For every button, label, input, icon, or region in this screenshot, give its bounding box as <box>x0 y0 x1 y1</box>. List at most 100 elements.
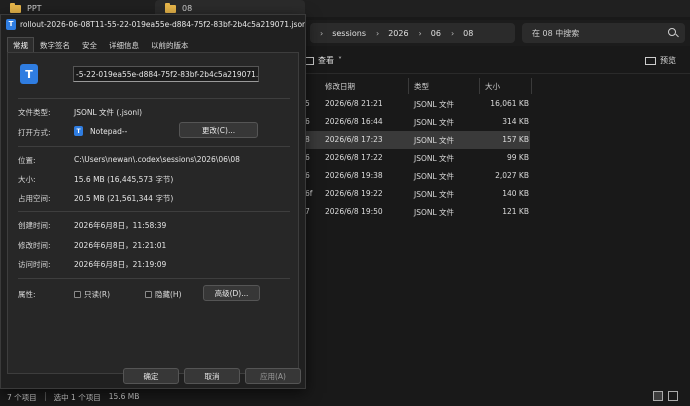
file-type: JSONL 文件 <box>414 208 455 217</box>
dialog-footer: 确定 取消 应用(A) <box>1 368 305 390</box>
file-size: 121 KB <box>502 207 529 216</box>
table-row[interactable]: 6 2026/6/8 17:22 JSONL 文件 99 KB <box>305 149 530 167</box>
modified-value: 2026年6月8日，21:21:01 <box>74 241 167 250</box>
filename-field[interactable] <box>73 66 259 82</box>
column-headers: 修改日期 类型 大小 <box>305 78 690 94</box>
preview-button[interactable]: 预览 <box>645 55 676 66</box>
file-date: 2026/6/8 17:22 <box>325 153 383 162</box>
modified-label: 修改时间: <box>18 241 51 250</box>
breadcrumb[interactable]: › sessions › 2026 › 06 › 08 <box>310 23 515 43</box>
tiles-view-icon[interactable] <box>668 391 678 401</box>
divider <box>18 211 290 212</box>
details-view-icon[interactable] <box>653 391 663 401</box>
table-row[interactable]: 6 2026/6/8 16:44 JSONL 文件 314 KB <box>305 113 530 131</box>
search-input[interactable]: 在 08 中搜索 <box>522 23 685 43</box>
created-label: 创建时间: <box>18 221 51 230</box>
location-value: C:\Users\newan\.codex\sessions\2026\06\0… <box>74 155 240 164</box>
file-type-value: JSONL 文件 (.jsonl) <box>74 108 143 117</box>
tab-label: 08 <box>182 4 193 13</box>
view-label: 查看 <box>318 56 334 65</box>
file-date: 2026/6/8 19:38 <box>325 171 383 180</box>
size-on-disk-label: 占用空间: <box>18 194 51 203</box>
chevron-right-icon: › <box>375 28 380 38</box>
dialog-title: rollout-2026-06-08T11-55-22-019ea55e-d88… <box>20 19 305 29</box>
size-label: 大小: <box>18 175 36 184</box>
attributes-label: 属性: <box>18 290 36 299</box>
file-size: 2,027 KB <box>495 171 529 180</box>
tab-details[interactable]: 详细信息 <box>103 37 145 53</box>
file-type-icon: T <box>6 18 16 30</box>
properties-dialog: T rollout-2026-06-08T11-55-22-019ea55e-d… <box>0 14 306 389</box>
file-size: 314 KB <box>502 117 529 126</box>
file-name: 6f <box>305 189 313 198</box>
checkbox-box[interactable] <box>145 291 152 298</box>
column-header-type[interactable]: 类型 <box>414 81 429 92</box>
change-button[interactable]: 更改(C)... <box>179 122 258 138</box>
file-date: 2026/6/8 21:21 <box>325 99 383 108</box>
table-row[interactable]: 5 2026/6/8 21:21 JSONL 文件 16,061 KB <box>305 95 530 113</box>
search-icon[interactable] <box>668 28 676 36</box>
tab-previous-versions[interactable]: 以前的版本 <box>145 37 195 53</box>
readonly-label: 只读(R) <box>84 290 111 299</box>
tab-digital-signatures[interactable]: 数字签名 <box>34 37 76 53</box>
tab-general[interactable]: 常规 <box>7 37 34 53</box>
notepad-app-icon: T <box>74 126 83 136</box>
column-header-date[interactable]: 修改日期 <box>325 81 355 92</box>
view-icon <box>305 56 314 65</box>
table-row[interactable]: 7 2026/6/8 19:50 JSONL 文件 121 KB <box>305 203 530 221</box>
ok-button[interactable]: 确定 <box>123 368 179 384</box>
checkbox-box[interactable] <box>74 291 81 298</box>
tab-security[interactable]: 安全 <box>76 37 103 53</box>
file-type: JSONL 文件 <box>414 118 455 127</box>
accessed-value: 2026年6月8日，21:19:09 <box>74 260 167 269</box>
table-row[interactable]: 6f 2026/6/8 19:22 JSONL 文件 140 KB <box>305 185 530 203</box>
column-divider[interactable] <box>531 78 532 94</box>
file-type: JSONL 文件 <box>414 172 455 181</box>
command-bar: 查看 ˅ 预览 <box>305 50 690 74</box>
divider <box>18 98 290 99</box>
file-date: 2026/6/8 17:23 <box>325 135 383 144</box>
file-size: 140 KB <box>502 189 529 198</box>
hidden-label: 隐藏(H) <box>155 290 182 299</box>
chevron-down-icon: ˅ <box>338 56 342 65</box>
general-panel: T 文件类型: JSONL 文件 (.jsonl) 打开方式: T Notepa… <box>7 52 299 374</box>
item-count: 7 个项目 <box>7 393 37 402</box>
accessed-label: 访问时间: <box>18 260 51 269</box>
created-value: 2026年6月8日，11:58:39 <box>74 221 167 230</box>
chevron-right-icon: › <box>418 28 422 38</box>
cancel-button[interactable]: 取消 <box>184 368 240 384</box>
size-on-disk-value: 20.5 MB (21,561,344 字节) <box>74 194 174 203</box>
breadcrumb-2026[interactable]: 2026 <box>388 29 408 38</box>
chevron-right-icon: › <box>320 28 324 38</box>
hidden-checkbox[interactable]: 隐藏(H) <box>145 289 182 300</box>
advanced-button[interactable]: 高级(D)... <box>203 285 260 301</box>
column-divider[interactable] <box>479 78 480 94</box>
folder-icon <box>10 2 21 13</box>
table-row[interactable]: 6 2026/6/8 19:38 JSONL 文件 2,027 KB <box>305 167 530 185</box>
file-date: 2026/6/8 16:44 <box>325 117 383 126</box>
location-label: 位置: <box>18 156 36 165</box>
file-date: 2026/6/8 19:22 <box>325 189 383 198</box>
selection-count: 选中 1 个项目 <box>53 393 101 402</box>
chevron-right-icon: › <box>450 28 455 38</box>
readonly-checkbox[interactable]: 只读(R) <box>74 289 110 300</box>
file-size: 99 KB <box>507 153 529 162</box>
breadcrumb-06[interactable]: 06 <box>431 29 441 38</box>
breadcrumb-sessions[interactable]: sessions <box>332 29 366 38</box>
apply-button[interactable]: 应用(A) <box>245 368 301 384</box>
view-button[interactable]: 查看 ˅ <box>305 55 342 66</box>
column-divider[interactable] <box>408 78 409 94</box>
dialog-title-bar[interactable]: T rollout-2026-06-08T11-55-22-019ea55e-d… <box>1 15 305 33</box>
file-icon: T <box>20 64 38 84</box>
tab-label: PPT <box>27 4 42 13</box>
divider <box>18 146 290 147</box>
breadcrumb-08[interactable]: 08 <box>463 29 473 38</box>
divider <box>18 278 290 279</box>
file-type: JSONL 文件 <box>414 190 455 199</box>
file-type: JSONL 文件 <box>414 136 455 145</box>
column-header-size[interactable]: 大小 <box>485 81 500 92</box>
table-row-selected[interactable]: 8 2026/6/8 17:23 JSONL 文件 157 KB <box>305 131 530 149</box>
open-with-label: 打开方式: <box>18 128 51 137</box>
size-value: 15.6 MB (16,445,573 字节) <box>74 175 174 184</box>
file-size: 16,061 KB <box>490 99 529 108</box>
